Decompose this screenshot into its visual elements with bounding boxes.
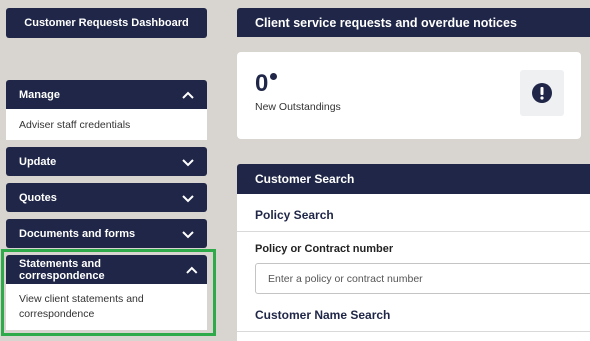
accordion-statements-label: Statements and correspondence [19, 257, 105, 282]
page-header: Client service requests and overdue noti… [237, 8, 590, 37]
chevron-down-icon [182, 194, 194, 202]
customer-search-panel: Customer Search Policy Search Policy or … [237, 164, 590, 341]
page-title: Client service requests and overdue noti… [255, 15, 517, 30]
dashboard-button-label: Customer Requests Dashboard [24, 17, 189, 29]
accordion-manage-label: Manage [19, 88, 60, 101]
accordion-quotes[interactable]: Quotes [6, 183, 207, 212]
chevron-down-icon [182, 230, 194, 238]
chevron-down-icon [182, 158, 194, 166]
dashboard-button[interactable]: Customer Requests Dashboard [6, 8, 207, 38]
outstanding-label: New Outstandings [255, 101, 341, 113]
chevron-up-icon [186, 266, 198, 274]
link-view-client-statements[interactable]: View client statements and correspondenc… [19, 293, 144, 320]
divider [237, 231, 590, 232]
link-adviser-staff-credentials[interactable]: Adviser staff credentials [19, 119, 130, 131]
accordion-quotes-label: Quotes [19, 191, 57, 204]
customer-search-header: Customer Search [237, 164, 590, 194]
accordion-manage[interactable]: Manage [6, 80, 207, 109]
outstanding-card: 0 New Outstandings [237, 52, 581, 139]
alert-button[interactable] [520, 70, 564, 116]
accordion-statements-body: View client statements and correspondenc… [6, 284, 207, 330]
accordion-statements-and-correspondence[interactable]: Statements and correspondence [6, 255, 207, 284]
policy-search-title: Policy Search [255, 208, 334, 222]
accordion-manage-body: Adviser staff credentials [6, 109, 207, 140]
divider [237, 331, 590, 332]
accordion-update-label: Update [19, 155, 57, 168]
accordion-documents-and-forms[interactable]: Documents and forms [6, 219, 207, 248]
policy-field-label: Policy or Contract number [255, 243, 394, 255]
customer-search-title: Customer Search [255, 172, 355, 186]
customer-name-search-title: Customer Name Search [255, 308, 391, 322]
exclamation-circle-icon [532, 83, 552, 103]
chevron-up-icon [182, 91, 194, 99]
accordion-documents-label: Documents and forms [19, 227, 136, 240]
outstanding-count: 0 [255, 70, 269, 97]
status-dot [270, 73, 277, 80]
policy-number-input[interactable] [255, 263, 590, 294]
accordion-update[interactable]: Update [6, 147, 207, 176]
